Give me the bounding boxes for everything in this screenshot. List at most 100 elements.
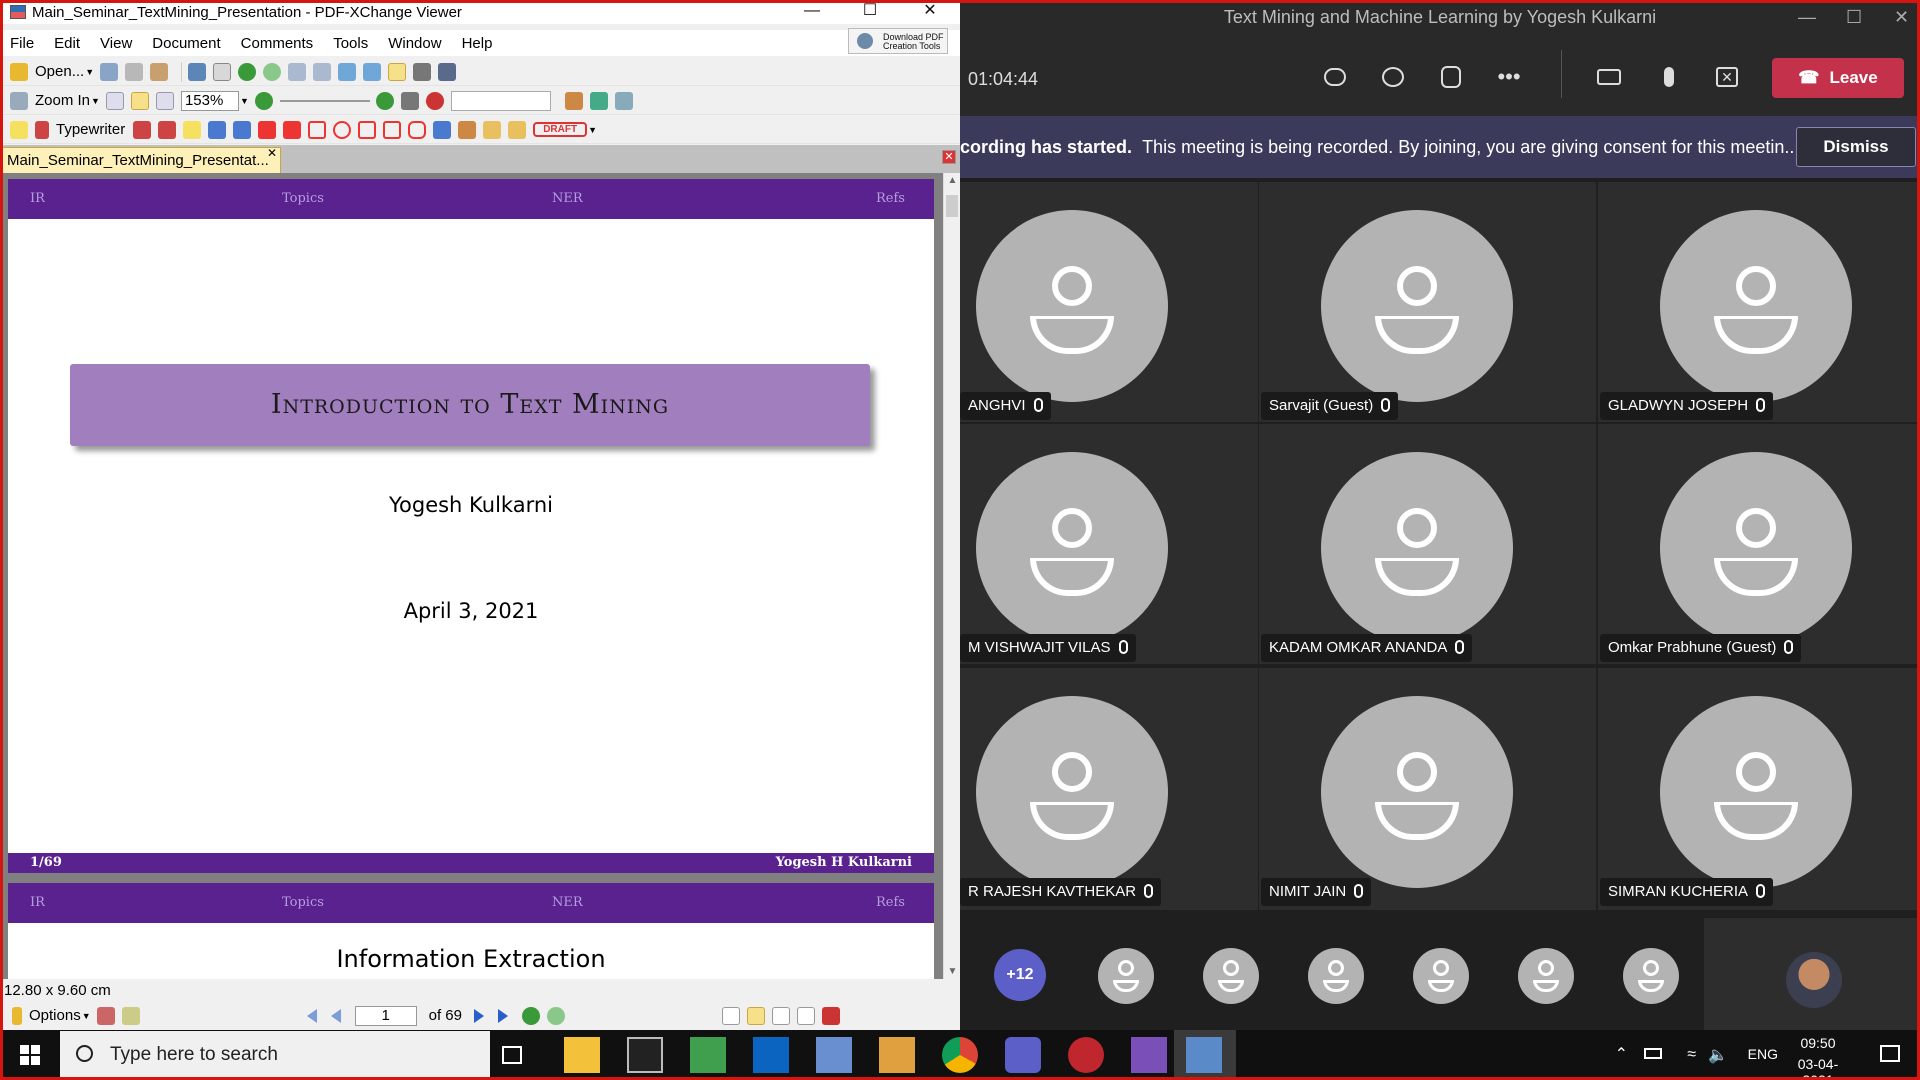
zoom-slider[interactable] [279, 99, 370, 102]
nav-topics-link[interactable]: Topics [282, 895, 324, 910]
reactions-icon[interactable] [1432, 58, 1470, 96]
nav-ner-link[interactable]: NER [552, 895, 583, 910]
file-explorer-icon[interactable] [564, 1037, 600, 1073]
line-icon[interactable] [283, 120, 302, 139]
pentagon-icon[interactable] [383, 120, 402, 139]
first-page-icon[interactable] [306, 1008, 317, 1023]
fit-width-icon[interactable] [155, 91, 174, 110]
visual-studio-icon[interactable] [1131, 1037, 1167, 1073]
scroll-down-icon[interactable]: ▼ [944, 966, 960, 977]
participant-tile[interactable]: M VISHWAJIT VILAS [960, 424, 1258, 664]
start-button[interactable] [0, 1030, 60, 1080]
comments-panel-icon[interactable] [121, 1006, 140, 1025]
participant-avatar[interactable] [1203, 948, 1259, 1004]
notepad-plus-icon[interactable] [690, 1037, 726, 1073]
menu-file[interactable]: File [10, 35, 34, 52]
folder-app-icon[interactable] [879, 1037, 915, 1073]
menu-edit[interactable]: Edit [54, 35, 80, 52]
draft-stamp-button[interactable]: DRAFT [533, 122, 588, 137]
nav-ir-link[interactable]: IR [30, 191, 45, 206]
hand-tool-icon[interactable] [388, 62, 407, 81]
participant-tile[interactable]: Sarvajit (Guest) [1259, 182, 1596, 422]
more-actions-icon[interactable]: ••• [1490, 58, 1528, 96]
forward-icon[interactable] [263, 62, 282, 81]
history-back-icon[interactable] [522, 1006, 540, 1025]
tab-close-icon[interactable]: ✕ [267, 148, 277, 160]
textbox-icon[interactable] [133, 120, 152, 139]
zoom-out-icon[interactable] [254, 91, 273, 110]
scroll-up-icon[interactable]: ▲ [944, 175, 960, 186]
document-tab[interactable]: Main_Seminar_TextMining_Presentat... ✕ [2, 147, 281, 173]
menu-document[interactable]: Document [152, 35, 220, 52]
minimize-button[interactable]: — [788, 0, 836, 24]
pdf-export-icon[interactable] [822, 1006, 840, 1025]
participant-tile[interactable]: KADAM OMKAR ANANDA [1259, 424, 1596, 664]
page-number-input[interactable]: 1 [354, 1005, 417, 1026]
taskbar-search-box[interactable]: Type here to search [60, 1031, 490, 1079]
pin-icon[interactable] [433, 120, 452, 139]
nav-ner-link[interactable]: NER [552, 191, 583, 206]
clock-time[interactable]: 09:50 [1786, 1035, 1850, 1051]
continuous-icon[interactable] [747, 1006, 765, 1025]
next-page-icon[interactable] [474, 1008, 484, 1023]
participant-tile[interactable]: SIMRAN KUCHERIA [1598, 668, 1920, 910]
leave-button[interactable]: ☎ Leave [1772, 58, 1904, 98]
scan-icon[interactable] [188, 62, 207, 81]
nav-ir-link[interactable]: IR [30, 895, 45, 910]
maximize-button[interactable]: ☐ [846, 0, 894, 24]
remote-desktop-icon[interactable] [816, 1037, 852, 1073]
document-area[interactable]: IR Topics NER Refs Introduction to Text … [0, 173, 943, 979]
teams-close-button[interactable]: ✕ [1894, 0, 1909, 34]
participant-avatar[interactable] [1518, 948, 1574, 1004]
save-icon[interactable] [100, 62, 119, 81]
terminal-icon[interactable] [627, 1037, 663, 1073]
oval-icon[interactable] [333, 120, 352, 139]
vertical-scrollbar[interactable]: ▲ ▼ [943, 173, 960, 979]
language-indicator[interactable]: ENG [1748, 1046, 1778, 1062]
email-icon[interactable] [150, 62, 169, 81]
participant-tile[interactable]: NIMIT JAIN [1259, 668, 1596, 910]
teams-app-icon[interactable] [1005, 1037, 1041, 1073]
volume-icon[interactable]: 🔈 [1708, 1045, 1728, 1065]
previous-page-icon[interactable] [330, 1008, 341, 1023]
menu-view[interactable]: View [100, 35, 132, 52]
close-button[interactable]: ✕ [906, 0, 954, 24]
menu-comments[interactable]: Comments [241, 35, 314, 52]
redo-icon[interactable] [313, 62, 332, 81]
participant-avatar[interactable] [1623, 948, 1679, 1004]
zoom-level-field[interactable]: 153% [180, 90, 239, 111]
nav-topics-link[interactable]: Topics [282, 191, 324, 206]
single-page-icon[interactable] [722, 1006, 740, 1025]
find-input[interactable] [450, 90, 551, 111]
open-button[interactable]: Open... [35, 63, 84, 80]
menu-help[interactable]: Help [462, 35, 493, 52]
wifi-icon[interactable]: ≈ [1687, 1046, 1696, 1064]
rotate-icon[interactable] [338, 62, 357, 81]
facing-icon[interactable] [772, 1006, 790, 1025]
settings-icon[interactable] [614, 91, 633, 110]
zoom-in-button[interactable]: Zoom In [35, 92, 90, 109]
download-pdf-tools-button[interactable]: Download PDF Creation Tools [848, 28, 948, 54]
strikeout-icon[interactable] [208, 120, 227, 139]
teams-minimize-button[interactable]: — [1798, 0, 1816, 34]
history-forward-icon[interactable] [547, 1006, 565, 1025]
camera-off-icon[interactable] [1590, 58, 1628, 96]
chat-icon[interactable] [1374, 58, 1412, 96]
arrow-icon[interactable] [258, 120, 277, 139]
pencil-icon[interactable] [458, 120, 477, 139]
rectangle-icon[interactable] [308, 120, 327, 139]
last-page-icon[interactable] [498, 1008, 508, 1023]
sticky-note-icon[interactable] [10, 120, 28, 139]
notifications-icon[interactable] [1880, 1045, 1900, 1062]
export-icon[interactable] [363, 62, 382, 81]
clock-date[interactable]: 03-04-2021 [1786, 1056, 1850, 1080]
close-document-icon[interactable]: ✕ [942, 150, 956, 164]
share-tray-icon[interactable]: ✕ [1708, 58, 1746, 96]
teams-maximize-button[interactable]: ☐ [1846, 0, 1862, 34]
select-text-icon[interactable] [438, 62, 457, 81]
undo-icon[interactable] [288, 62, 307, 81]
find-previous-icon[interactable] [564, 91, 583, 110]
participant-avatar[interactable] [1098, 948, 1154, 1004]
link-icon[interactable] [400, 91, 419, 110]
antivirus-icon[interactable] [1068, 1037, 1104, 1073]
